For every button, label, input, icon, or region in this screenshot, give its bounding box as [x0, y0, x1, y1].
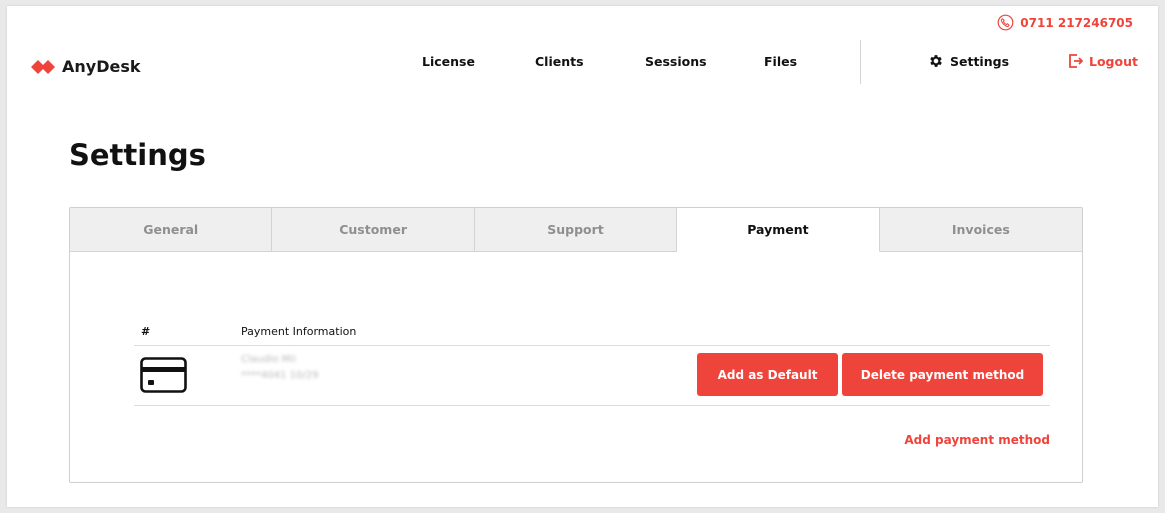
- nav-divider: [860, 40, 861, 84]
- delete-payment-method-button[interactable]: Delete payment method: [842, 353, 1043, 396]
- nav-logout-label: Logout: [1089, 53, 1138, 69]
- table-header: # Payment Information: [134, 324, 1050, 346]
- add-as-default-button[interactable]: Add as Default: [697, 353, 838, 396]
- credit-card-icon: [140, 357, 187, 393]
- nav-logout[interactable]: Logout: [1068, 53, 1138, 69]
- add-payment-method-link[interactable]: Add payment method: [904, 433, 1050, 447]
- tab-payment[interactable]: Payment: [677, 208, 880, 252]
- payment-table: # Payment Information Claudio Mii ****40…: [134, 324, 1050, 406]
- nav-clients[interactable]: Clients: [535, 54, 584, 69]
- gear-icon: [930, 55, 942, 67]
- table-row: Claudio Mii ****4041 10/29 Add as Defaul…: [134, 346, 1050, 406]
- settings-panel: General Customer Support Payment Invoice…: [69, 207, 1083, 483]
- app-window: 0711 217246705 AnyDesk License Clients S…: [7, 6, 1158, 507]
- card-holder-name: Claudio Mii: [241, 354, 296, 365]
- card-number-masked: ****4041 10/29: [241, 370, 319, 381]
- nav-sessions[interactable]: Sessions: [645, 54, 707, 69]
- logout-icon: [1069, 54, 1083, 68]
- tab-general[interactable]: General: [70, 208, 273, 252]
- tab-customer[interactable]: Customer: [272, 208, 475, 252]
- phone-contact[interactable]: 0711 217246705: [997, 14, 1133, 31]
- nav-settings-label: Settings: [950, 53, 1010, 69]
- page-title: Settings: [69, 138, 206, 172]
- tab-invoices[interactable]: Invoices: [879, 208, 1083, 252]
- tab-support[interactable]: Support: [474, 208, 678, 252]
- phone-number: 0711 217246705: [1020, 15, 1133, 30]
- nav-files[interactable]: Files: [764, 54, 797, 69]
- nav-license[interactable]: License: [422, 54, 475, 69]
- phone-icon: [997, 14, 1014, 31]
- column-number: #: [141, 325, 151, 338]
- main-nav: License Clients Sessions Files Settings …: [7, 54, 1158, 74]
- settings-tabs: General Customer Support Payment Invoice…: [70, 208, 1083, 252]
- column-payment-information: Payment Information: [241, 325, 357, 338]
- nav-settings[interactable]: Settings: [928, 53, 1009, 69]
